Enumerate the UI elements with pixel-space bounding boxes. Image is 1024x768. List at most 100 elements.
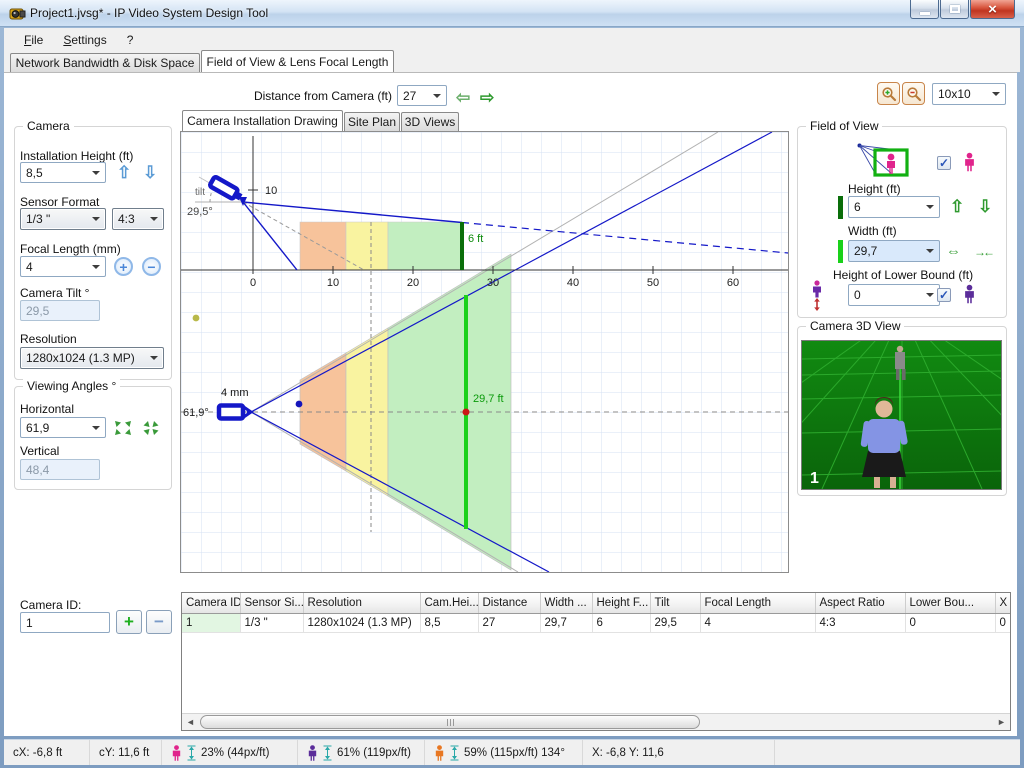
show-person-checkbox[interactable]: ✓	[937, 156, 951, 170]
fov-height-up-arrow[interactable]: ⇧	[950, 198, 964, 215]
maximize-button[interactable]	[940, 0, 969, 19]
lower-bound-icon	[808, 280, 826, 315]
zoom-out-button[interactable]	[902, 82, 925, 105]
tab-3d-views[interactable]: 3D Views	[401, 112, 459, 131]
sensor-format-label: Sensor Format	[20, 195, 100, 209]
angle-expand-icon[interactable]	[114, 420, 132, 439]
grid-size-combo[interactable]: 10x10	[932, 83, 1006, 105]
col-width[interactable]: Width ...	[540, 593, 593, 614]
close-button[interactable]: ×	[970, 0, 1015, 19]
cell-width[interactable]: 29,7	[540, 613, 593, 633]
distance-next-arrow[interactable]: ⇨	[480, 89, 494, 106]
focal-plus-button[interactable]: +	[114, 257, 133, 276]
focal-minus-button[interactable]: −	[142, 257, 161, 276]
col-focal-length[interactable]: Focal Length	[700, 593, 816, 614]
menu-file[interactable]: File	[14, 30, 53, 50]
person-pink-icon[interactable]	[963, 152, 976, 172]
resolution-combo[interactable]: 1280x1024 (1.3 MP)	[20, 347, 164, 369]
menu-settings[interactable]: Settings	[53, 30, 116, 50]
installation-height-combo[interactable]: 8,5	[20, 162, 106, 183]
tilt-label: tilt	[195, 187, 205, 198]
status-detection: 23% (44px/ft)	[162, 740, 298, 765]
focal-length-combo[interactable]: 4	[20, 256, 106, 277]
camera-id-input[interactable]: 1	[20, 612, 110, 633]
tab-network-bandwidth[interactable]: Network Bandwidth & Disk Space	[10, 53, 200, 72]
remove-camera-button[interactable]: −	[146, 610, 172, 634]
title-bar[interactable]: Project1.jvsg* - IP Video System Design …	[0, 0, 1024, 27]
aspect-ratio-combo[interactable]: 4:3	[112, 208, 164, 230]
menu-bar: File Settings ?	[4, 28, 1020, 51]
angle-contract-icon[interactable]	[142, 420, 160, 439]
cell-sensor-size[interactable]: 1/3 "	[240, 613, 304, 633]
camera-3d-viewport[interactable]: 1	[651, 310, 1024, 490]
scroll-left-arrow[interactable]: ◄	[182, 714, 199, 730]
installation-drawing-canvas[interactable]: 0 10 20 30 40 50 60 10 tilt 29,5° 6 ft 2…	[180, 131, 789, 573]
fov-height-combo[interactable]: 6	[848, 196, 940, 218]
fov-height-value: 6	[854, 200, 861, 214]
table-row[interactable]: 1 1/3 " 1280x1024 (1.3 MP) 8,5 27 29,7 6…	[182, 613, 1010, 633]
lower-bound-checkbox[interactable]: ✓	[937, 288, 951, 302]
col-resolution[interactable]: Resolution	[303, 593, 421, 614]
col-tilt[interactable]: Tilt	[650, 593, 701, 614]
cell-aspect-ratio[interactable]: 4:3	[815, 613, 906, 633]
height-down-arrow[interactable]: ⇩	[143, 164, 157, 181]
col-camera-id[interactable]: Camera ID	[182, 593, 241, 614]
menu-help[interactable]: ?	[117, 30, 144, 50]
height-up-arrow[interactable]: ⇧	[117, 164, 131, 181]
col-distance[interactable]: Distance	[478, 593, 541, 614]
camera-number-label: 1	[810, 470, 819, 487]
reference-dot-olive[interactable]	[192, 314, 200, 322]
fov-target-icon	[856, 142, 914, 183]
cell-distance[interactable]: 27	[478, 613, 541, 633]
scroll-thumb[interactable]	[200, 715, 700, 729]
fov-width-expand-arrow[interactable]: ⇔	[946, 244, 961, 259]
horizontal-angle-value: 61,9	[26, 420, 50, 435]
tab-site-plan[interactable]: Site Plan	[344, 112, 400, 131]
cell-focal-length[interactable]: 4	[700, 613, 816, 633]
fov-height-label: Height (ft)	[848, 182, 901, 196]
tab-field-of-view[interactable]: Field of View & Lens Focal Length	[201, 50, 394, 72]
distance-value: 27	[403, 88, 417, 103]
cell-camera-id[interactable]: 1	[182, 613, 241, 633]
scroll-right-arrow[interactable]: ►	[993, 714, 1010, 730]
cell-lower-bound[interactable]: 0	[905, 613, 996, 633]
person-purple-icon[interactable]	[963, 284, 976, 304]
fov-width-combo[interactable]: 29,7	[848, 240, 940, 262]
minimize-button[interactable]	[910, 0, 939, 19]
distance-combo[interactable]: 27	[397, 85, 447, 106]
resolution-value: 1280x1024 (1.3 MP)	[26, 351, 135, 365]
cell-height-fov[interactable]: 6	[592, 613, 651, 633]
close-icon: ×	[988, 0, 997, 18]
distance-prev-arrow[interactable]: ⇦	[456, 89, 470, 106]
cell-x[interactable]: 0	[995, 613, 1010, 633]
horizontal-angle-combo[interactable]: 61,9	[20, 417, 106, 438]
col-x[interactable]: X	[995, 593, 1010, 614]
focal-length-label: Focal Length (mm)	[20, 242, 121, 256]
tab-camera-installation-drawing[interactable]: Camera Installation Drawing	[182, 110, 343, 131]
resolution-label: Resolution	[20, 332, 77, 346]
table-header-row: Camera ID Sensor Si... Resolution Cam.He…	[182, 593, 1010, 614]
col-sensor-size[interactable]: Sensor Si...	[240, 593, 304, 614]
col-height-fov[interactable]: Height F...	[592, 593, 651, 614]
fov-height-down-arrow[interactable]: ⇩	[978, 198, 992, 215]
zoom-in-button[interactable]	[877, 82, 900, 105]
cell-tilt[interactable]: 29,5	[650, 613, 701, 633]
col-aspect-ratio[interactable]: Aspect Ratio	[815, 593, 906, 614]
focal-length-value: 4	[26, 259, 33, 274]
sensor-format-combo[interactable]: 1/3 "	[20, 208, 106, 230]
add-camera-button[interactable]: +	[116, 610, 142, 634]
lower-bound-combo[interactable]: 0	[848, 284, 940, 306]
fov-width-contract-arrow[interactable]: →←	[974, 246, 995, 258]
tilt-value-label: 29,5°	[187, 206, 213, 218]
col-cam-height[interactable]: Cam.Hei...	[420, 593, 479, 614]
distance-point-dot[interactable]	[462, 408, 470, 416]
table-hscrollbar[interactable]: ◄ ►	[182, 713, 1010, 730]
window-title: Project1.jvsg* - IP Video System Design …	[30, 6, 269, 20]
height-meter-icon	[323, 745, 332, 761]
col-lower-bound[interactable]: Lower Bou...	[905, 593, 996, 614]
cell-cam-height[interactable]: 8,5	[420, 613, 479, 633]
focal-annotation: 4 mm	[221, 387, 249, 399]
reference-dot-blue[interactable]	[295, 400, 303, 408]
cell-resolution[interactable]: 1280x1024 (1.3 MP)	[303, 613, 421, 633]
side-zone-far	[387, 221, 463, 271]
